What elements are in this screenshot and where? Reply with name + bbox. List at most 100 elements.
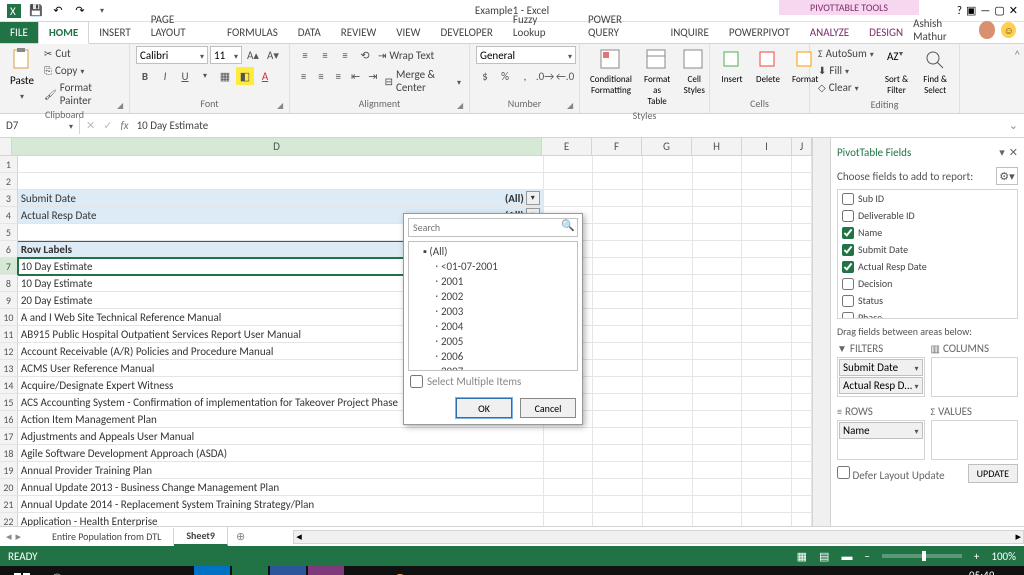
new-sheet-icon[interactable]: ⊕ [228,530,253,543]
pivot-row-item[interactable]: Annual Provider Training Plan [18,462,544,479]
delete-cells-button[interactable]: Delete [752,46,784,87]
row-header-18[interactable]: 18 [0,445,18,462]
help-icon[interactable]: ? [957,4,962,17]
font-launcher-icon[interactable]: ◢ [277,101,287,111]
close-icon[interactable]: ✕ [1009,4,1018,17]
fields-pane-close-icon[interactable]: ✕ [1009,146,1018,159]
row-header-13[interactable]: 13 [0,360,18,377]
conditional-formatting-button[interactable]: Conditional Formatting [586,46,636,98]
wrap-text-button[interactable]: ⇥ Wrap Text [376,46,436,64]
underline-button[interactable]: U [176,67,194,85]
select-all-corner[interactable] [0,138,12,156]
paste-button[interactable]: Paste [6,46,38,104]
sheet-grid[interactable]: DEFGHIJ 123Submit Date(All)▾4Actual Resp… [0,138,812,526]
row-header-17[interactable]: 17 [0,428,18,445]
underline-dropdown-icon[interactable] [196,67,214,85]
pivot-row-item[interactable]: Annual Update 2014 - Replacement System … [18,496,544,513]
bold-button[interactable]: B [136,67,154,85]
zoom-slider[interactable] [882,554,962,558]
sheet-nav-prev-icon[interactable]: ◂ [6,530,12,543]
row-header-10[interactable]: 10 [0,309,18,326]
horizontal-scrollbar[interactable]: ◂▸ [293,530,1024,544]
save-icon[interactable]: 💾 [28,3,44,19]
row-header-12[interactable]: 12 [0,343,18,360]
redo-icon[interactable]: ↷ [72,3,88,19]
row-header-14[interactable]: 14 [0,377,18,394]
area-item[interactable]: Submit Date [839,359,923,376]
cut-button[interactable]: ✂ Cut [42,46,123,61]
insert-cells-button[interactable]: Insert [716,46,748,87]
filter-dropdown-icon[interactable]: ▾ [526,191,540,205]
task-word-icon[interactable]: W [270,566,306,575]
task-explorer-icon[interactable]: 📁 [156,566,192,575]
row-header-6[interactable]: 6 [0,241,18,258]
task-excel-icon[interactable]: X [232,566,268,575]
align-right-icon[interactable]: ≡ [331,67,346,85]
align-center-icon[interactable]: ≡ [313,67,328,85]
area-rows[interactable]: ≡ ROWS Name [837,403,925,460]
tab-data[interactable]: DATA [288,22,331,43]
collapse-ribbon-icon[interactable]: ^ [1011,44,1024,113]
view-normal-icon[interactable]: ▦ [797,550,807,563]
orientation-icon[interactable]: ⟲ [356,46,374,64]
tab-home[interactable]: HOME [38,21,89,44]
number-format-combo[interactable]: General [476,46,576,64]
row-header-19[interactable]: 19 [0,462,18,479]
filter-item[interactable]: ⋅ 2002 [411,289,575,304]
task-outlook-icon[interactable]: O [194,566,230,575]
view-page-layout-icon[interactable]: ▤ [819,550,829,563]
formula-bar[interactable]: 10 Day Estimate [137,119,209,132]
format-as-table-button[interactable]: Format as Table [640,46,674,109]
field-decision[interactable]: Decision [838,275,1017,292]
percent-format-icon[interactable]: % [496,67,514,85]
task-edge-icon[interactable]: e [118,566,154,575]
field-actual-resp-date[interactable]: Actual Resp Date [838,258,1017,275]
fill-color-button[interactable]: ◧ [236,67,254,85]
area-columns[interactable]: ▥ COLUMNS [931,340,1019,397]
row-header-16[interactable]: 16 [0,411,18,428]
row-header-8[interactable]: 8 [0,275,18,292]
align-top-icon[interactable]: ≡ [296,46,314,64]
row-header-2[interactable]: 2 [0,173,18,190]
format-painter-button[interactable]: 🖌 Format Painter [42,80,123,108]
font-name-combo[interactable]: Calibri [136,46,208,64]
align-left-icon[interactable]: ≡ [296,67,311,85]
task-view-icon[interactable]: ⧉ [80,566,116,575]
column-header-D[interactable]: D [12,138,542,156]
tab-inquire[interactable]: INQUIRE [660,22,718,43]
row-header-3[interactable]: 3 [0,190,18,207]
column-header-H[interactable]: H [692,138,742,156]
start-button[interactable] [4,566,40,575]
sheet-tab-1[interactable]: Entire Population from DTL [40,528,174,545]
clear-button[interactable]: ◇ Clear [816,80,876,95]
column-header-I[interactable]: I [742,138,792,156]
field-deliverable-id[interactable]: Deliverable ID [838,207,1017,224]
tab-power-query[interactable]: POWER QUERY [578,9,660,43]
fill-button[interactable]: ⬇ Fill [816,63,876,78]
feedback-smiley-icon[interactable]: ☺ [1001,22,1016,38]
tab-review[interactable]: REVIEW [331,22,387,43]
pivot-row-item[interactable]: Annual Update 2013 - Business Change Man… [18,479,544,496]
sheet-nav-next-icon[interactable]: ▸ [16,530,22,543]
qat-customize-icon[interactable] [94,3,110,19]
fields-pane-dropdown-icon[interactable]: ▾ [999,146,1005,159]
grow-font-icon[interactable]: A▴ [244,46,262,64]
fields-tools-icon[interactable]: ⚙▾ [996,167,1018,185]
filter-item[interactable]: ⋅ 2005 [411,334,575,349]
field-sub-id[interactable]: Sub ID [838,190,1017,207]
copy-button[interactable]: ⎘ Copy [42,63,123,78]
column-header-G[interactable]: G [642,138,692,156]
tab-file[interactable]: FILE [0,22,38,43]
sheet-tab-2[interactable]: Sheet9 [174,527,228,546]
expand-formula-bar-icon[interactable]: ⌄ [1009,119,1024,132]
row-header-20[interactable]: 20 [0,479,18,496]
accounting-format-icon[interactable]: $ [476,67,494,85]
cell-styles-button[interactable]: Cell Styles [678,46,710,98]
tab-developer[interactable]: DEVELOPER [430,22,502,43]
area-values[interactable]: Σ VALUES [931,403,1019,460]
update-button[interactable]: UPDATE [968,464,1018,483]
zoom-level[interactable]: 100% [991,550,1016,563]
shrink-font-icon[interactable]: A▾ [264,46,282,64]
view-page-break-icon[interactable]: ▬ [841,550,852,563]
tab-fuzzy-lookup[interactable]: Fuzzy Lookup [503,9,578,43]
